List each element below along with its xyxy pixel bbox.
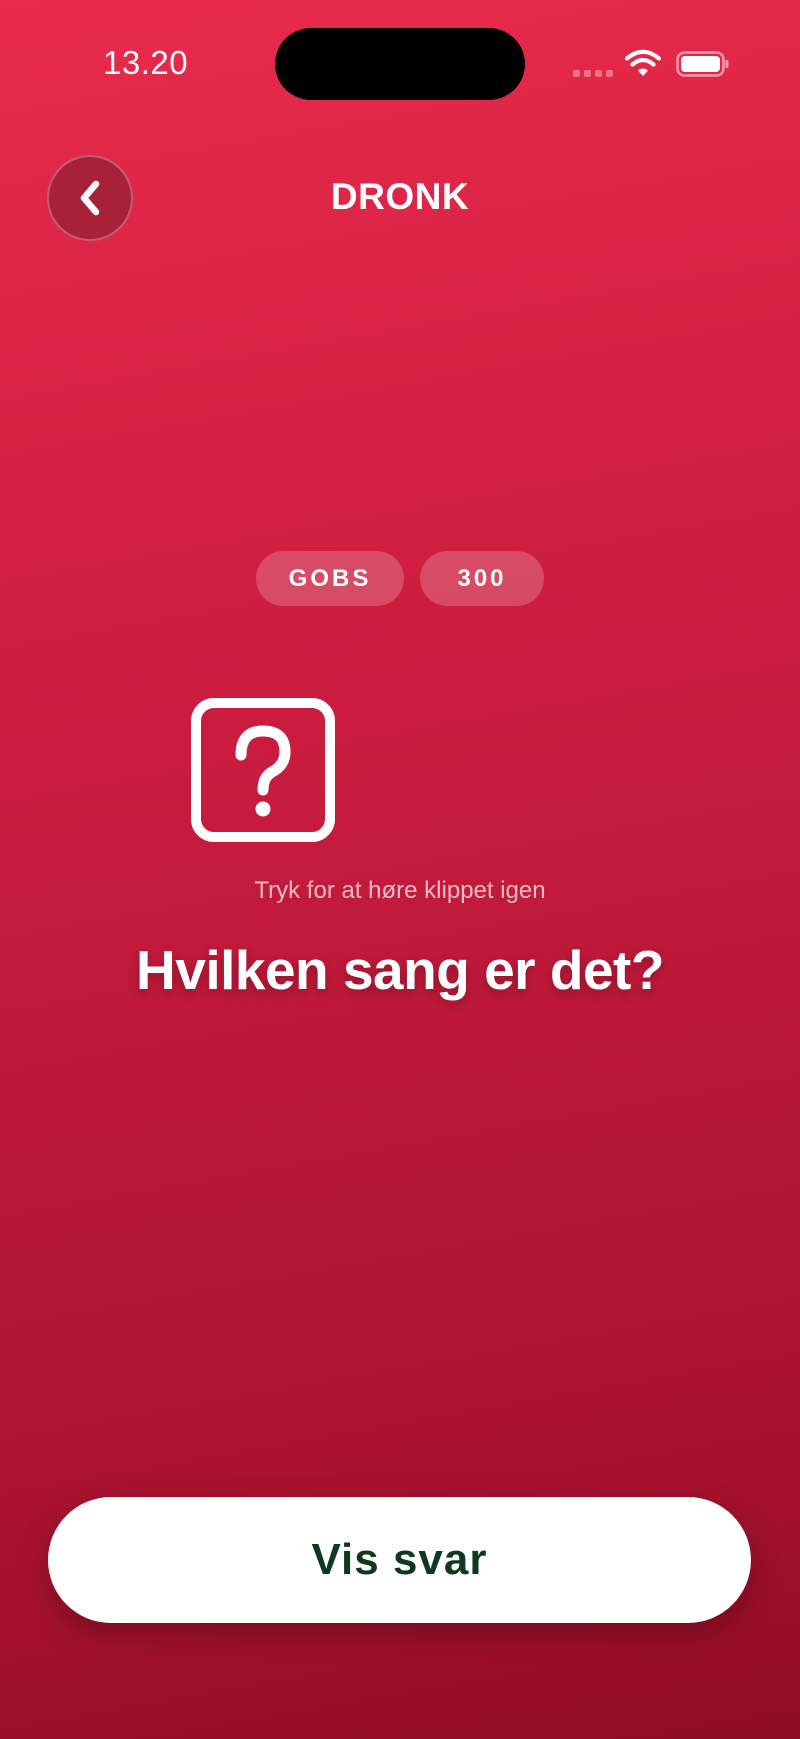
question-text: Hvilken sang er det? [136,939,664,1001]
dynamic-island [275,28,525,100]
category-tag: GOBS [256,551,404,606]
page-title: DRONK [330,176,470,217]
cellular-signal-icon [573,70,613,78]
status-time: 13.20 [103,44,189,81]
points-tag: 300 [420,551,544,606]
wifi-icon [624,49,662,76]
replay-hint: Tryk for at høre klippet igen [254,877,546,904]
status-bar: 13.20 [0,0,800,130]
show-answer-button[interactable]: Vis svar [48,1497,751,1623]
tag-row: GOBS 300 [0,551,800,606]
question-box-icon[interactable] [191,698,335,842]
battery-icon [676,51,729,77]
